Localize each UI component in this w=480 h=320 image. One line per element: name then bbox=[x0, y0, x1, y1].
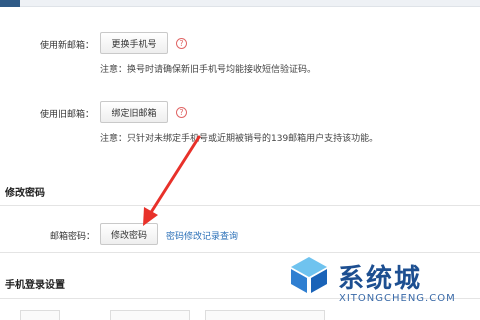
bind-old-email-note: 注意：只针对未绑定手机号或近期被销号的139邮箱用户支持该功能。 bbox=[100, 134, 379, 144]
old-email-label: 使用旧邮箱： bbox=[40, 110, 95, 120]
help-icon[interactable]: ? bbox=[176, 38, 187, 49]
password-history-link[interactable]: 密码修改记录查询 bbox=[166, 229, 238, 242]
cut-off-select[interactable] bbox=[205, 310, 325, 320]
cut-off-field bbox=[110, 310, 190, 320]
watermark-subtitle: XITONGCHENG.COM bbox=[339, 293, 456, 304]
section-title-phone-login: 手机登录设置 bbox=[5, 280, 65, 291]
change-phone-button[interactable]: 更换手机号 bbox=[100, 32, 168, 54]
change-password-button[interactable]: 修改密码 bbox=[100, 223, 158, 245]
help-icon[interactable]: ? bbox=[176, 107, 187, 118]
section-divider bbox=[0, 205, 480, 206]
change-phone-note: 注意：换号时请确保新旧手机号均能接收短信验证码。 bbox=[100, 65, 317, 75]
mailbox-password-label: 邮箱密码： bbox=[50, 232, 96, 242]
watermark-logo-icon bbox=[291, 257, 327, 293]
top-nav-accent bbox=[0, 0, 20, 7]
top-nav-bar bbox=[0, 0, 480, 7]
section-divider bbox=[0, 252, 480, 253]
new-email-label: 使用新邮箱： bbox=[40, 41, 95, 51]
watermark-title: 系统城 bbox=[338, 264, 423, 294]
bind-old-email-button[interactable]: 绑定旧邮箱 bbox=[100, 101, 168, 123]
section-title-change-password: 修改密码 bbox=[5, 188, 45, 199]
cut-off-label bbox=[20, 310, 60, 320]
